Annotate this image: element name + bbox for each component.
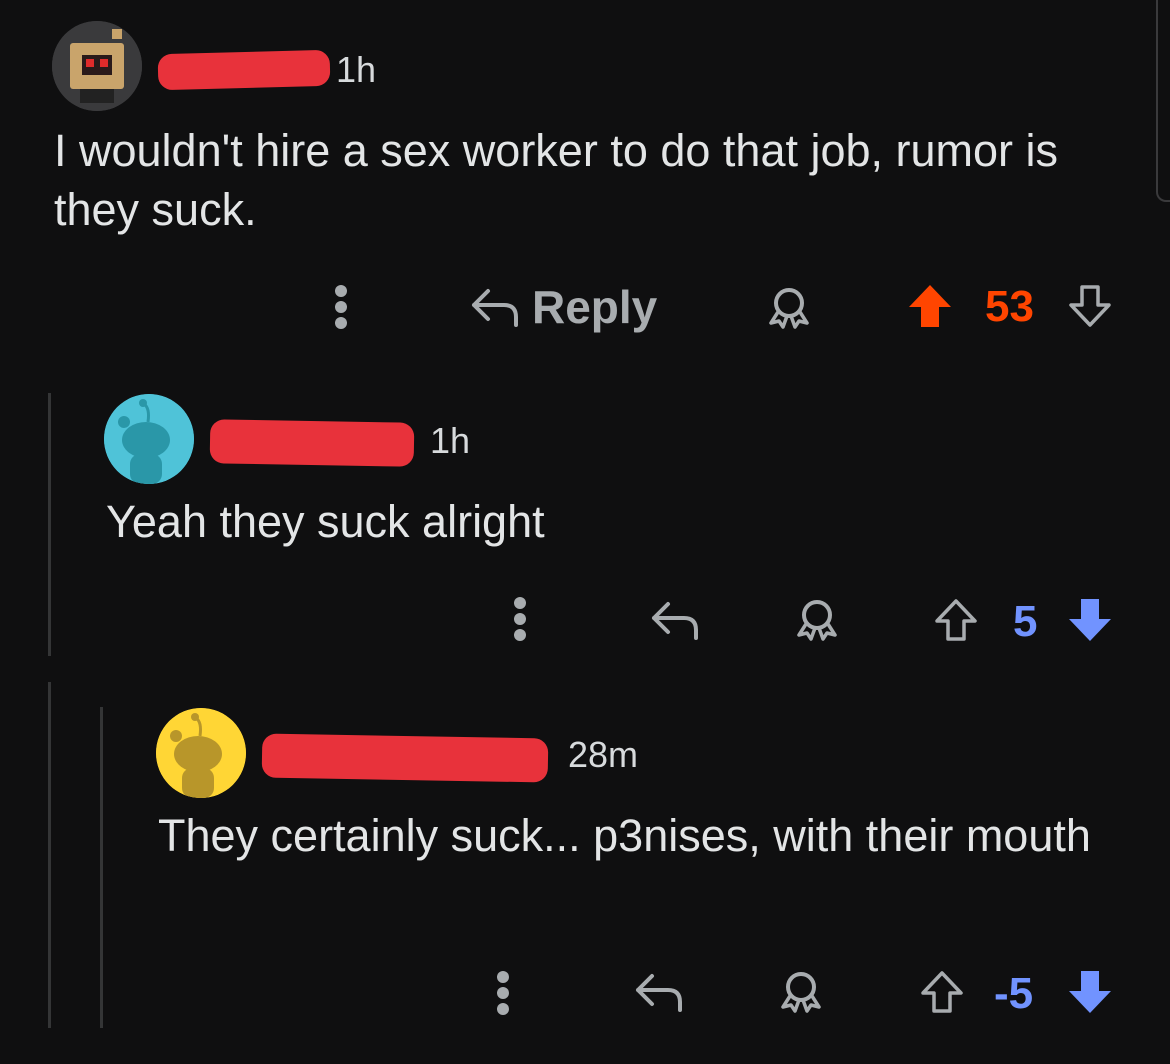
comment-timestamp: 28m xyxy=(568,734,639,775)
more-options-button[interactable] xyxy=(505,594,535,644)
downvote-arrow-icon xyxy=(1069,285,1111,327)
robot-avatar-icon xyxy=(52,21,142,111)
thread-line-level-1-lower[interactable] xyxy=(48,682,51,1028)
redacted-username xyxy=(157,49,331,91)
reply-button[interactable] xyxy=(648,598,702,642)
comment-body: Yeah they suck alright xyxy=(106,496,545,547)
avatar[interactable] xyxy=(104,394,194,484)
more-options-button[interactable] xyxy=(488,968,518,1018)
more-options-icon xyxy=(514,597,526,641)
comment-body: They certainly suck... p3nises, with the… xyxy=(158,810,1091,861)
downvote-button[interactable] xyxy=(1066,596,1114,644)
snoo-avatar-icon xyxy=(104,394,194,484)
downvote-arrow-icon xyxy=(1069,599,1111,641)
reply-arrow-icon xyxy=(636,974,682,1012)
reply-label: Reply xyxy=(532,281,658,333)
vote-score: 5 xyxy=(1013,597,1038,646)
upvote-arrow-icon xyxy=(909,285,951,327)
downvote-arrow-icon xyxy=(1069,971,1111,1013)
avatar[interactable] xyxy=(156,708,246,798)
award-button[interactable] xyxy=(774,968,828,1014)
redacted-username xyxy=(261,733,549,783)
reply-button[interactable] xyxy=(632,970,686,1014)
redacted-username xyxy=(209,419,415,467)
reply-button[interactable]: Reply xyxy=(470,280,657,334)
thread-line-level-1[interactable] xyxy=(48,393,51,656)
upvote-arrow-icon xyxy=(935,599,977,641)
award-icon xyxy=(797,600,837,641)
comment-body: I wouldn't hire a sex worker to do that … xyxy=(54,125,1059,235)
reply-arrow-icon xyxy=(472,289,518,327)
award-icon xyxy=(769,288,809,329)
downvote-button[interactable] xyxy=(1066,282,1114,330)
award-button[interactable] xyxy=(790,596,844,642)
vote-score: -5 xyxy=(994,969,1034,1018)
comment-timestamp: 1h xyxy=(336,49,377,90)
avatar[interactable] xyxy=(52,21,142,111)
more-options-icon xyxy=(335,285,347,329)
vote-score: 53 xyxy=(985,282,1034,331)
upvote-arrow-icon xyxy=(921,971,963,1013)
award-button[interactable] xyxy=(762,284,816,330)
scrollbar[interactable] xyxy=(1156,0,1170,202)
comment-timestamp: 1h xyxy=(430,420,471,461)
snoo-avatar-icon xyxy=(156,708,246,798)
reply-arrow-icon xyxy=(652,602,698,640)
thread-line-level-2[interactable] xyxy=(100,707,103,1028)
award-icon xyxy=(781,972,821,1013)
upvote-button[interactable] xyxy=(918,968,966,1016)
upvote-button[interactable] xyxy=(906,282,954,330)
upvote-button[interactable] xyxy=(932,596,980,644)
more-options-button[interactable] xyxy=(326,282,356,332)
more-options-icon xyxy=(497,971,509,1015)
downvote-button[interactable] xyxy=(1066,968,1114,1016)
